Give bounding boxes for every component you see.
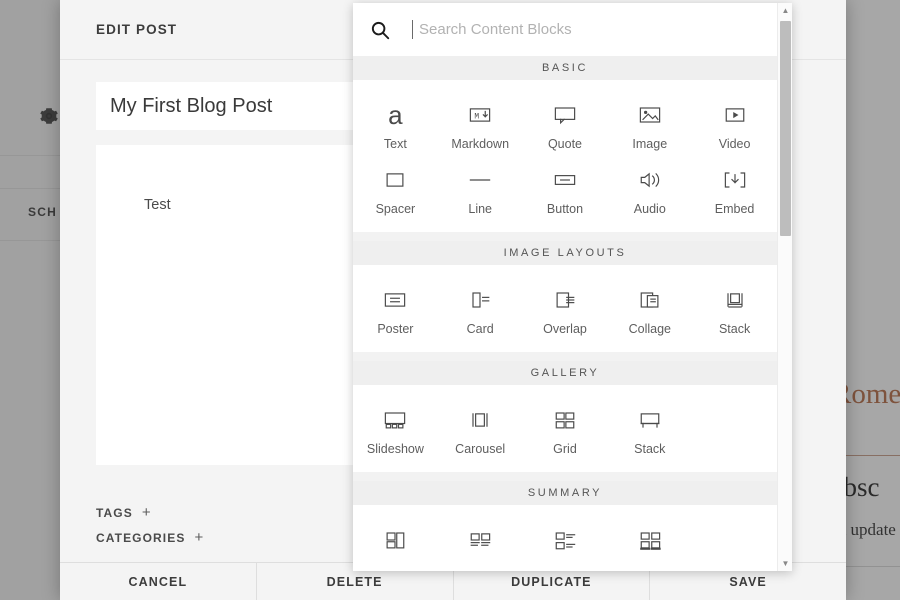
line-icon [466,165,494,195]
collage-icon [636,285,664,315]
categories-label: CATEGORIES [96,530,186,545]
block-item-line[interactable]: Line [438,157,523,222]
page-title: EDIT POST [96,22,178,37]
block-item-label: Stack [718,322,751,336]
chevron-up-icon[interactable]: ▲ [778,3,792,18]
image-icon [636,100,664,130]
quote-bubble-icon [551,100,579,130]
summary-wall-icon [381,525,409,555]
spacer-square-icon [381,165,409,195]
block-item-button[interactable]: Button [523,157,608,222]
block-item-label: Markdown [451,137,510,151]
search-icon [369,19,391,41]
audio-speaker-icon [636,165,664,195]
block-item-spacer[interactable]: Spacer [353,157,438,222]
search-bar [353,3,777,56]
search-input[interactable] [417,20,747,39]
picker-scroll-area: BASIC a Text M Markdown Quote Image Video Spacer… [353,56,777,571]
grid-icon [551,405,579,435]
block-item-label: Button [546,202,584,216]
block-item-label: Card [466,322,494,336]
button-icon [551,165,579,195]
block-item-grid[interactable]: Grid [523,397,608,462]
tags-row[interactable]: TAGS + [96,505,152,520]
block-item-label: Embed [714,202,755,216]
section-body: a Text M Markdown Quote Image Video Spacer Line B… [353,80,777,232]
block-item-markdown[interactable]: M Markdown [438,92,523,157]
block-item-label: Line [468,202,493,216]
section-header: SUMMARY [353,481,777,505]
carousel-icon [466,405,494,435]
section-body [353,505,777,571]
summary-carousel-icon [466,525,494,555]
block-item-video[interactable]: Video [692,92,777,157]
summary-grid-icon [636,525,664,555]
block-item-label: Overlap [543,322,587,336]
slideshow-icon [381,405,409,435]
section-body: Poster Card Overlap Collage Stack [353,265,777,352]
block-item-slideshow[interactable]: Slideshow [353,397,438,462]
plus-icon[interactable]: + [142,505,152,520]
section-header: GALLERY [353,361,777,385]
section-body: Slideshow Carousel Grid Stack [353,385,777,472]
block-item-label: Audio [633,202,666,216]
svg-text:M: M [475,113,480,122]
block-item-label: Stack [634,442,666,456]
embed-download-icon [721,165,749,195]
section-header: IMAGE LAYOUTS [353,241,777,265]
content-block-picker: BASIC a Text M Markdown Quote Image Video Spacer… [353,3,792,571]
block-item-label: Poster [377,322,414,336]
block-item-summary-carousel-icon[interactable] [438,517,523,568]
block-item-summary-wall-icon[interactable] [353,517,438,568]
block-item-label: Collage [628,322,671,336]
text-a-icon: a [388,100,403,130]
block-item-label: Spacer [375,202,416,216]
markdown-icon: M [466,100,494,130]
tags-label: TAGS [96,505,133,520]
block-item-label: Carousel [455,442,506,456]
card-icon [466,285,494,315]
block-item-text[interactable]: a Text [353,92,438,157]
block-item-label: Quote [547,137,583,151]
poster-icon [381,285,409,315]
section-header: BASIC [353,56,777,80]
block-item-quote[interactable]: Quote [523,92,608,157]
block-item-stack[interactable]: Stack [692,277,777,342]
block-item-overlap[interactable]: Overlap [523,277,608,342]
chevron-down-icon[interactable]: ▼ [778,556,792,571]
block-item-summary-list-icon[interactable] [523,517,608,568]
stack-icon [721,285,749,315]
scrollbar-thumb[interactable] [780,21,791,236]
block-item-label: Grid [553,442,577,456]
post-body-text: Test [144,197,171,213]
plus-icon[interactable]: + [194,530,204,545]
block-item-embed[interactable]: Embed [692,157,777,222]
block-item-label: Slideshow [366,442,424,456]
gallery-stack-icon [636,405,664,435]
block-item-label: Image [632,137,668,151]
block-item-summary-grid-icon[interactable] [607,517,692,568]
block-item-carousel[interactable]: Carousel [438,397,523,462]
block-item-poster[interactable]: Poster [353,277,438,342]
video-play-icon [721,100,749,130]
block-item-label: Text [383,137,407,151]
section-gap [353,472,777,481]
categories-row[interactable]: CATEGORIES + [96,530,204,545]
block-item-image[interactable]: Image [607,92,692,157]
overlap-icon [551,285,579,315]
section-gap [353,232,777,241]
block-item-audio[interactable]: Audio [607,157,692,222]
text-caret [412,20,413,39]
summary-list-icon [551,525,579,555]
block-item-collage[interactable]: Collage [607,277,692,342]
block-item-label: Video [718,137,751,151]
cancel-button[interactable]: CANCEL [60,563,257,600]
picker-scrollbar[interactable]: ▲ ▼ [777,3,792,571]
section-gap [353,352,777,361]
block-item-card[interactable]: Card [438,277,523,342]
block-item-stack[interactable]: Stack [607,397,692,462]
